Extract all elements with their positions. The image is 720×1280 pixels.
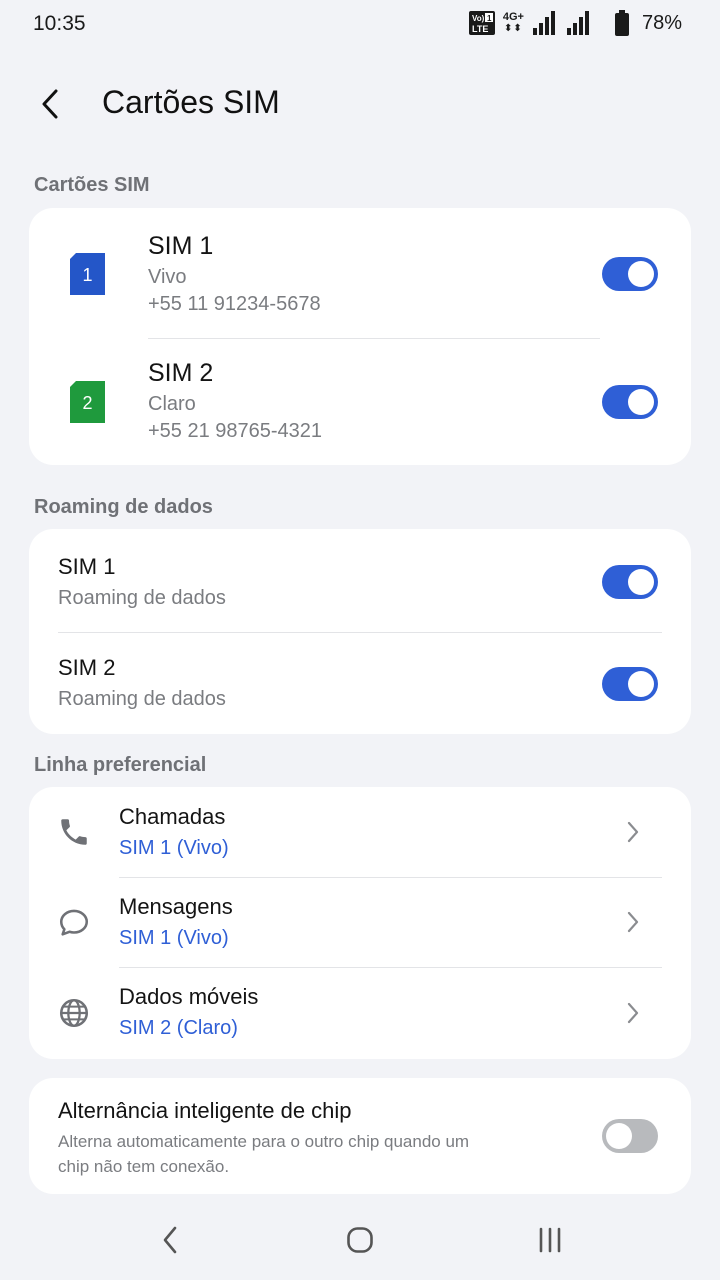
message-icon <box>59 909 89 936</box>
sim-phone-number: +55 11 91234-5678 <box>148 293 321 315</box>
preferred-calls-value: SIM 1 (Vivo) <box>119 837 229 859</box>
status-icons: Vo) 1 LTE 4G+ ⬍⬍ 78% <box>468 10 682 36</box>
section-header-sim-cards: Cartões SIM <box>34 174 150 196</box>
chevron-left-icon <box>42 89 58 119</box>
toggle-knob <box>628 389 654 415</box>
preferred-messages-title: Mensagens <box>119 894 233 919</box>
toggle-knob <box>606 1123 632 1149</box>
roaming-row-sim-2[interactable]: SIM 2 Roaming de dados <box>29 633 691 734</box>
svg-text:Vo): Vo) <box>472 14 485 23</box>
roaming-subtitle: Roaming de dados <box>58 688 226 710</box>
toggle-knob <box>628 261 654 287</box>
battery-percent: 78% <box>641 11 682 34</box>
svg-text:1: 1 <box>82 265 92 285</box>
signal-icon <box>566 11 589 35</box>
preferred-mobile-data-value: SIM 2 (Claro) <box>119 1017 238 1039</box>
sim-card-row-1[interactable]: 1 SIM 1 Vivo +55 11 91234-5678 <box>29 208 691 336</box>
chevron-right-icon <box>627 911 639 933</box>
app-bar: Cartões SIM <box>0 70 720 138</box>
smart-switch-card[interactable]: Alternância inteligente de chip Alterna … <box>29 1078 691 1194</box>
sim-carrier: Vivo <box>148 266 187 288</box>
home-nav-icon <box>347 1227 373 1253</box>
smart-switch-toggle[interactable] <box>602 1119 658 1153</box>
roaming-card: SIM 1 Roaming de dados SIM 2 Roaming de … <box>29 529 691 734</box>
sim-card-icon: 1 <box>70 253 105 295</box>
battery-icon <box>614 10 629 36</box>
toggle-knob <box>628 569 654 595</box>
section-header-preferred-line: Linha preferencial <box>34 754 207 776</box>
preferred-messages-row[interactable]: Mensagens SIM 1 (Vivo) <box>29 878 691 967</box>
svg-text:1: 1 <box>487 14 492 23</box>
chevron-right-icon <box>627 821 639 843</box>
sim-carrier: Claro <box>148 393 196 415</box>
roaming-subtitle: Roaming de dados <box>58 587 226 609</box>
network-4g-icon: 4G+ ⬍⬍ <box>502 11 524 35</box>
nav-home-button[interactable] <box>340 1220 380 1260</box>
smart-switch-description: Alterna automaticamente para o outro chi… <box>58 1132 470 1176</box>
volte-icon: Vo) 1 LTE <box>468 11 495 35</box>
sim-card-icon: 2 <box>70 381 105 423</box>
section-header-roaming: Roaming de dados <box>34 496 213 518</box>
recents-nav-icon <box>539 1227 561 1253</box>
roaming-sim-1-toggle[interactable] <box>602 565 658 599</box>
phone-icon <box>61 819 87 845</box>
nav-recents-button[interactable] <box>530 1220 570 1260</box>
back-button[interactable] <box>30 82 70 126</box>
back-nav-icon <box>163 1226 177 1254</box>
svg-text:2: 2 <box>82 393 92 413</box>
nav-back-button[interactable] <box>150 1220 190 1260</box>
roaming-title: SIM 1 <box>58 554 116 579</box>
preferred-mobile-data-row[interactable]: Dados móveis SIM 2 (Claro) <box>29 968 691 1059</box>
roaming-sim-2-toggle[interactable] <box>602 667 658 701</box>
sim-2-toggle[interactable] <box>602 385 658 419</box>
roaming-title: SIM 2 <box>58 655 116 680</box>
globe-icon <box>59 998 89 1028</box>
chevron-right-icon <box>627 1002 639 1024</box>
sim-1-toggle[interactable] <box>602 257 658 291</box>
status-bar: 10:35 Vo) 1 LTE 4G+ ⬍⬍ 78% <box>0 0 720 48</box>
preferred-calls-row[interactable]: Chamadas SIM 1 (Vivo) <box>29 787 691 877</box>
navigation-bar <box>0 1200 720 1280</box>
roaming-row-sim-1[interactable]: SIM 1 Roaming de dados <box>29 529 691 632</box>
sim-phone-number: +55 21 98765-4321 <box>148 420 323 442</box>
preferred-messages-value: SIM 1 (Vivo) <box>119 927 229 949</box>
preferred-line-card: Chamadas SIM 1 (Vivo) Mensagens SIM 1 (V… <box>29 787 691 1059</box>
toggle-knob <box>628 671 654 697</box>
sim-title: SIM 1 <box>148 232 214 260</box>
sim-title: SIM 2 <box>148 359 214 387</box>
preferred-calls-title: Chamadas <box>119 804 226 829</box>
page-title: Cartões SIM <box>102 84 280 120</box>
preferred-mobile-data-title: Dados móveis <box>119 984 259 1009</box>
svg-text:LTE: LTE <box>472 24 488 34</box>
signal-icon <box>532 11 555 35</box>
status-time: 10:35 <box>33 12 86 35</box>
sim-card-row-2[interactable]: 2 SIM 2 Claro +55 21 98765-4321 <box>29 338 691 466</box>
sim-cards-card: 1 SIM 1 Vivo +55 11 91234-5678 2 SIM 2 C… <box>29 208 691 465</box>
smart-switch-title: Alternância inteligente de chip <box>58 1098 352 1123</box>
